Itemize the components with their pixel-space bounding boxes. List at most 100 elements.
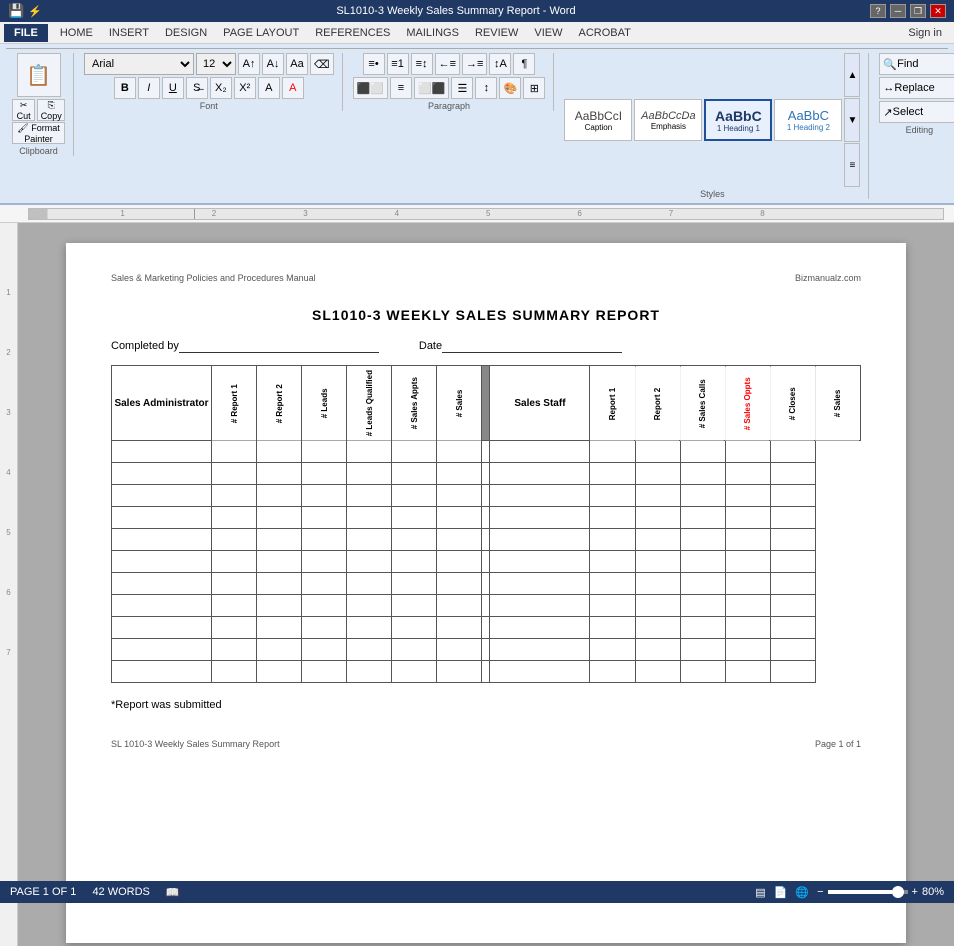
word-count: 42 WORDS — [92, 886, 149, 898]
text-highlight-button[interactable]: A — [258, 77, 280, 99]
design-menu[interactable]: DESIGN — [157, 25, 215, 41]
help-button[interactable]: ? — [870, 4, 886, 18]
acrobat-menu[interactable]: ACROBAT — [570, 25, 638, 41]
emphasis-style-button[interactable]: AaBbCcDa Emphasis — [634, 99, 702, 141]
file-menu[interactable]: FILE — [4, 24, 48, 42]
subscript-button[interactable]: X₂ — [210, 77, 232, 99]
change-case-button[interactable]: Aa — [286, 53, 308, 75]
restore-button[interactable]: ❐ — [910, 4, 926, 18]
select-button[interactable]: ↗ Select — [879, 101, 954, 123]
completed-by-field[interactable] — [179, 339, 379, 353]
table-row — [112, 463, 861, 485]
styles-scroll-up[interactable]: ▲ — [844, 53, 860, 97]
admin-sales[interactable] — [437, 441, 482, 463]
multilevel-list-button[interactable]: ≡↕ — [411, 53, 433, 75]
justify-button[interactable]: ☰ — [451, 77, 473, 99]
align-right-button[interactable]: ⬜⬛ — [414, 77, 449, 99]
table-row — [112, 639, 861, 661]
table-row — [112, 595, 861, 617]
copy-button[interactable]: ⎘ Copy — [37, 99, 65, 121]
admin-appts[interactable] — [392, 441, 437, 463]
heading1-style-button[interactable]: AaBbC 1 Heading 1 — [704, 99, 772, 141]
close-button[interactable]: ✕ — [930, 4, 946, 18]
document-area[interactable]: Sales & Marketing Policies and Procedure… — [18, 223, 954, 946]
strikethrough-button[interactable]: S̶ — [186, 77, 208, 99]
clear-format-button[interactable]: ⌫ — [310, 53, 334, 75]
title-bar: 💾 ⚡ SL1010-3 Weekly Sales Summary Report… — [0, 0, 954, 22]
completed-by-label: Completed by — [111, 340, 179, 352]
find-button[interactable]: 🔍 Find — [879, 53, 954, 75]
date-field[interactable] — [442, 339, 622, 353]
home-menu[interactable]: HOME — [52, 25, 101, 41]
heading1-preview: AaBbC — [715, 108, 762, 124]
bullets-button[interactable]: ≡• — [363, 53, 385, 75]
staff-sales[interactable] — [770, 441, 815, 463]
doc-title: SL1010-3 WEEKLY SALES SUMMARY REPORT — [111, 307, 861, 323]
font-size-select[interactable]: 12 — [196, 53, 236, 75]
admin-leads-q[interactable] — [347, 441, 392, 463]
table-row — [112, 441, 861, 463]
admin-r1[interactable] — [212, 441, 257, 463]
sign-in-link[interactable]: Sign in — [900, 25, 950, 41]
table-row — [112, 551, 861, 573]
view-menu[interactable]: VIEW — [526, 25, 570, 41]
staff-closes[interactable] — [725, 441, 770, 463]
minimize-button[interactable]: ─ — [890, 4, 906, 18]
closes-header: # Closes — [770, 366, 815, 441]
zoom-out-button[interactable]: − — [817, 886, 823, 898]
page-layout-menu[interactable]: PAGE LAYOUT — [215, 25, 307, 41]
table-row — [112, 529, 861, 551]
admin-r2[interactable] — [257, 441, 302, 463]
show-marks-button[interactable]: ¶ — [513, 53, 535, 75]
shading-button[interactable]: 🎨 — [499, 77, 521, 99]
review-menu[interactable]: REVIEW — [467, 25, 526, 41]
sales-staff-header: Sales Staff — [490, 366, 590, 441]
read-mode-icon[interactable]: 📖 — [166, 886, 180, 899]
align-left-button[interactable]: ⬛⬜ — [353, 77, 388, 99]
web-view-icon[interactable]: 🌐 — [795, 886, 809, 899]
superscript-button[interactable]: X² — [234, 77, 256, 99]
staff-calls[interactable] — [635, 441, 680, 463]
sales-oppts-header: # Sales Oppts — [725, 366, 770, 441]
staff-r1[interactable] — [490, 441, 590, 463]
numbering-button[interactable]: ≡1 — [387, 53, 409, 75]
layout-view-icon[interactable]: ▤ — [755, 886, 765, 899]
underline-button[interactable]: U — [162, 77, 184, 99]
line-spacing-button[interactable]: ↕ — [475, 77, 497, 99]
grow-font-button[interactable]: A↑ — [238, 53, 260, 75]
styles-scroll-down[interactable]: ▼ — [844, 98, 860, 142]
table-row — [112, 485, 861, 507]
zoom-in-button[interactable]: + — [912, 886, 918, 898]
staff-r2[interactable] — [590, 441, 635, 463]
border-button[interactable]: ⊞ — [523, 77, 545, 99]
mailings-menu[interactable]: MAILINGS — [398, 25, 467, 41]
report1-staff-header: Report 1 — [590, 366, 635, 441]
report-table: Sales Administrator # Report 1 # Report … — [111, 365, 861, 683]
font-label: Font — [200, 101, 218, 111]
font-color-button[interactable]: A — [282, 77, 304, 99]
staff-name-cell[interactable] — [482, 441, 490, 463]
format-painter-button[interactable]: 🖌 Format Painter — [12, 122, 65, 144]
read-view-icon[interactable]: 📄 — [774, 886, 788, 899]
decrease-indent-button[interactable]: ←≡ — [435, 53, 460, 75]
paste-button[interactable]: 📋 — [17, 53, 61, 97]
staff-oppts[interactable] — [680, 441, 725, 463]
sort-button[interactable]: ↕A — [489, 53, 511, 75]
references-menu[interactable]: REFERENCES — [307, 25, 398, 41]
shrink-font-button[interactable]: A↓ — [262, 53, 284, 75]
zoom-slider[interactable] — [828, 890, 908, 894]
font-name-select[interactable]: Arial — [84, 53, 194, 75]
caption-style-button[interactable]: AaBbCcI Caption — [564, 99, 632, 141]
divider-column — [482, 366, 490, 441]
admin-leads[interactable] — [302, 441, 347, 463]
align-center-button[interactable]: ≡ — [390, 77, 412, 99]
increase-indent-button[interactable]: →≡ — [462, 53, 487, 75]
admin-name-cell[interactable] — [112, 441, 212, 463]
insert-menu[interactable]: INSERT — [101, 25, 157, 41]
replace-button[interactable]: ↔ Replace — [879, 77, 954, 99]
cut-button[interactable]: ✂ Cut — [12, 99, 35, 121]
italic-button[interactable]: I — [138, 77, 160, 99]
styles-more[interactable]: ≡ — [844, 143, 860, 187]
bold-button[interactable]: B — [114, 77, 136, 99]
heading2-style-button[interactable]: AaBbC 1 Heading 2 — [774, 99, 842, 141]
